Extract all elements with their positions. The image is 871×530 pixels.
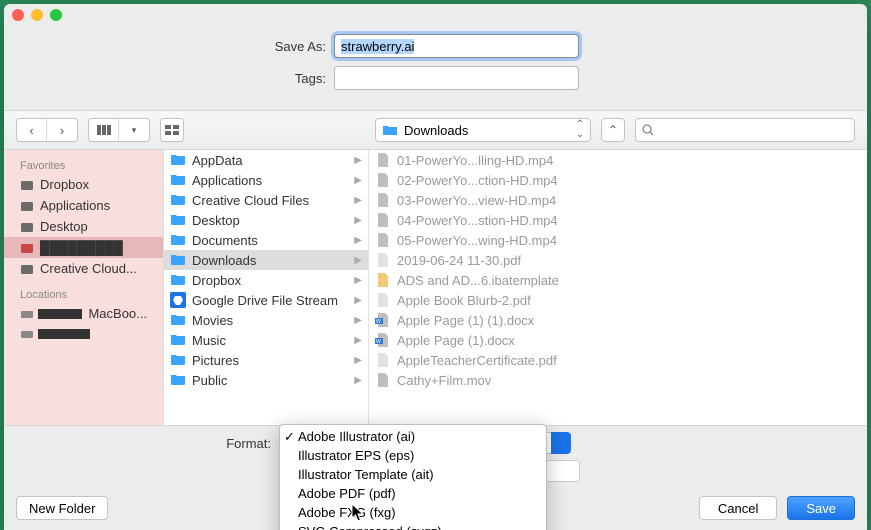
titlebar <box>4 4 867 26</box>
format-option[interactable]: SVG Compressed (svgz) <box>280 522 546 530</box>
chevron-right-icon: ▶ <box>354 315 362 326</box>
file-item[interactable]: 04-PowerYo...stion-HD.mp4 <box>369 210 867 230</box>
file-item[interactable]: 01-PowerYo...lling-HD.mp4 <box>369 150 867 170</box>
format-menu: Adobe Illustrator (ai)Illustrator EPS (e… <box>279 424 547 530</box>
format-dropdown-button[interactable] <box>551 432 571 454</box>
search-icon <box>642 124 654 136</box>
dropdown-chevron-icon: ⌃⌄ <box>576 120 584 140</box>
toolbar: ‹ › ▾ Downloads ⌃⌄ ⌃ <box>4 110 867 150</box>
file-item[interactable]: 2019-06-24 11-30.pdf <box>369 250 867 270</box>
chevron-right-icon: ▶ <box>354 335 362 346</box>
folder-item[interactable]: AppData▶ <box>164 150 368 170</box>
chevron-right-icon: ▶ <box>354 355 362 366</box>
folder-item[interactable]: Documents▶ <box>164 230 368 250</box>
chevron-right-icon: ▶ <box>354 175 362 186</box>
file-item[interactable]: 05-PowerYo...wing-HD.mp4 <box>369 230 867 250</box>
file-item[interactable]: WApple Page (1).docx <box>369 330 867 350</box>
folder-column-2: 01-PowerYo...lling-HD.mp402-PowerYo...ct… <box>369 150 867 425</box>
cancel-button[interactable]: Cancel <box>699 496 777 520</box>
lower-panel: Format: ge: 1 New Folder Cancel Save Ado… <box>4 425 867 530</box>
folder-item[interactable]: Public▶ <box>164 370 368 390</box>
folder-item[interactable]: Desktop▶ <box>164 210 368 230</box>
chevron-right-icon: ▶ <box>354 255 362 266</box>
folder-item[interactable]: Pictures▶ <box>164 350 368 370</box>
location-label: Downloads <box>404 123 468 138</box>
save-button[interactable]: Save <box>787 496 855 520</box>
format-option[interactable]: Adobe PDF (pdf) <box>280 484 546 503</box>
format-label: Format: <box>16 436 281 451</box>
file-item[interactable]: Apple Book Blurb-2.pdf <box>369 290 867 310</box>
chevron-right-icon: ▶ <box>354 155 362 166</box>
svg-text:W: W <box>376 319 381 325</box>
search-input[interactable] <box>635 118 855 142</box>
sidebar-item-cc[interactable]: Creative Cloud... <box>4 258 163 279</box>
save-as-label: Save As: <box>14 39 334 54</box>
sidebar-locations-header: Locations <box>4 285 163 303</box>
chevron-right-icon: ▶ <box>354 275 362 286</box>
location-dropdown[interactable]: Downloads ⌃⌄ <box>375 118 591 142</box>
file-item[interactable]: ADS and AD...6.ibatemplate <box>369 270 867 290</box>
sidebar-location-1[interactable] <box>4 324 163 344</box>
save-as-input[interactable] <box>334 34 579 58</box>
view-mode-group: ▾ <box>88 118 150 142</box>
save-dialog: Save As: Tags: ‹ › ▾ Downloads ⌃⌄ ⌃ <box>4 4 867 530</box>
format-option[interactable]: Illustrator Template (ait) <box>280 465 546 484</box>
view-chevron-button[interactable]: ▾ <box>119 119 149 141</box>
collapse-button[interactable]: ⌃ <box>601 118 625 142</box>
tags-input[interactable] <box>334 66 579 90</box>
format-option[interactable]: Adobe Illustrator (ai) <box>280 427 546 446</box>
chevron-right-icon: ▶ <box>354 295 362 306</box>
svg-text:W: W <box>376 339 381 345</box>
new-folder-button[interactable]: New Folder <box>16 496 108 520</box>
folder-item[interactable]: Dropbox▶ <box>164 270 368 290</box>
format-option[interactable]: Adobe FXG (fxg) <box>280 503 546 522</box>
top-fields: Save As: Tags: <box>4 26 867 110</box>
folder-item[interactable]: Music▶ <box>164 330 368 350</box>
folder-item[interactable]: Google Drive File Stream▶ <box>164 290 368 310</box>
columns-view-button[interactable] <box>89 119 119 141</box>
folder-item[interactable]: Movies▶ <box>164 310 368 330</box>
format-option[interactable]: Illustrator EPS (eps) <box>280 446 546 465</box>
folder-item[interactable]: Creative Cloud Files▶ <box>164 190 368 210</box>
file-item[interactable]: AppleTeacherCertificate.pdf <box>369 350 867 370</box>
forward-button[interactable]: › <box>47 119 77 141</box>
sidebar-item-desktop[interactable]: Desktop <box>4 216 163 237</box>
nav-back-forward: ‹ › <box>16 118 78 142</box>
sidebar-location-0[interactable]: MacBoo... <box>4 303 163 324</box>
back-button[interactable]: ‹ <box>17 119 47 141</box>
window-maximize-button[interactable] <box>50 9 62 21</box>
chevron-right-icon: ▶ <box>354 375 362 386</box>
sidebar-item-home[interactable]: █████████ <box>4 237 163 258</box>
tags-label: Tags: <box>14 71 334 86</box>
file-item[interactable]: 03-PowerYo...view-HD.mp4 <box>369 190 867 210</box>
chevron-right-icon: ▶ <box>354 195 362 206</box>
file-item[interactable]: Cathy+Film.mov <box>369 370 867 390</box>
window-close-button[interactable] <box>12 9 24 21</box>
chevron-right-icon: ▶ <box>354 235 362 246</box>
folder-icon <box>382 123 398 137</box>
chevron-right-icon: ▶ <box>354 215 362 226</box>
sidebar-item-dropbox[interactable]: Dropbox <box>4 174 163 195</box>
browser-body: Favorites DropboxApplicationsDesktop████… <box>4 150 867 425</box>
file-item[interactable]: WApple Page (1) (1).docx <box>369 310 867 330</box>
grid-options-button[interactable] <box>160 118 184 142</box>
folder-item[interactable]: Applications▶ <box>164 170 368 190</box>
sidebar-item-apps[interactable]: Applications <box>4 195 163 216</box>
sidebar: Favorites DropboxApplicationsDesktop████… <box>4 150 164 425</box>
file-item[interactable]: 02-PowerYo...ction-HD.mp4 <box>369 170 867 190</box>
folder-item[interactable]: Downloads▶ <box>164 250 368 270</box>
sidebar-favorites-header: Favorites <box>4 156 163 174</box>
window-minimize-button[interactable] <box>31 9 43 21</box>
folder-column-1: AppData▶Applications▶Creative Cloud File… <box>164 150 369 425</box>
